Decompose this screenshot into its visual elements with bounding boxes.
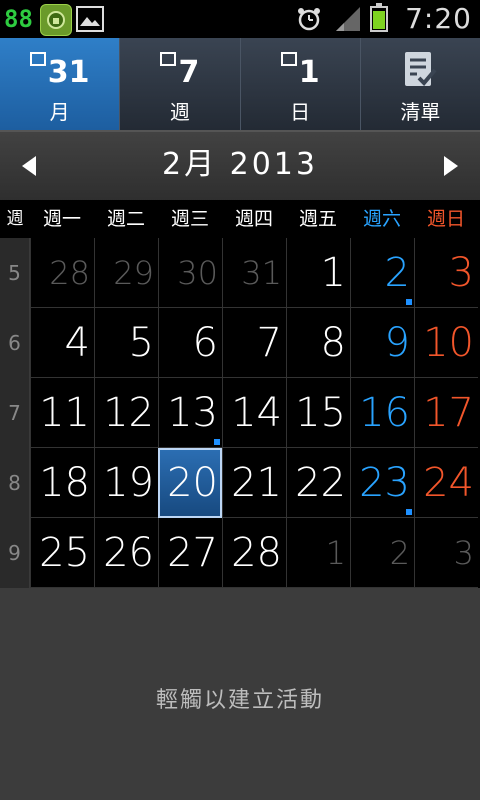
tab-list[interactable]: 清單 [361, 38, 480, 130]
day-cell[interactable]: 1 [286, 518, 350, 588]
day-cell[interactable]: 23 [350, 448, 414, 518]
tab-month-label: 月 [49, 100, 70, 124]
day-cell[interactable]: 14 [222, 378, 286, 448]
tab-day[interactable]: 1 日 [241, 38, 361, 130]
day-cell[interactable]: 9 [350, 308, 414, 378]
next-month-arrow-icon[interactable] [444, 156, 458, 176]
status-number-badge: 88 [4, 5, 33, 33]
week-number: 7 [0, 378, 30, 448]
week-number: 9 [0, 518, 30, 588]
day-cell[interactable]: 12 [94, 378, 158, 448]
day-cell[interactable]: 7 [222, 308, 286, 378]
day-cell[interactable]: 15 [286, 378, 350, 448]
image-icon [76, 6, 104, 32]
day-cell[interactable]: 30 [158, 238, 222, 308]
weekday-sun: 週日 [426, 208, 465, 230]
week-row: 8 18 19 20 21 22 23 24 [0, 448, 480, 518]
day-number: 23 [359, 460, 410, 506]
week-row: 9 25 26 27 28 1 2 3 [0, 518, 480, 588]
weekday-sat: 週六 [362, 208, 401, 230]
day-number: 13 [167, 390, 218, 436]
day-cell[interactable]: 21 [222, 448, 286, 518]
checklist-icon [361, 46, 480, 90]
weekday-thu: 週四 [234, 208, 273, 230]
day-cell[interactable]: 10 [414, 308, 478, 378]
lock-app-icon [40, 4, 72, 36]
day-cell[interactable]: 28 [222, 518, 286, 588]
tab-week[interactable]: 7 週 [120, 38, 241, 130]
calendar-week-icon: 7 [120, 46, 239, 90]
weekday-mon: 週一 [42, 208, 81, 230]
day-cell[interactable]: 19 [94, 448, 158, 518]
day-cell[interactable]: 8 [286, 308, 350, 378]
day-cell[interactable]: 13 [158, 378, 222, 448]
tab-week-label: 週 [169, 100, 190, 124]
week-row: 7 11 12 13 14 15 16 17 [0, 378, 480, 448]
month-grid: 5 28 29 30 31 1 2 3 6 4 5 6 7 8 9 10 7 1… [0, 238, 480, 588]
day-cell[interactable]: 2 [350, 518, 414, 588]
day-cell[interactable]: 28 [30, 238, 94, 308]
calendar-day-icon: 1 [241, 46, 360, 90]
day-cell[interactable]: 25 [30, 518, 94, 588]
signal-icon [334, 5, 362, 37]
day-cell[interactable]: 17 [414, 378, 478, 448]
day-cell[interactable]: 3 [414, 238, 478, 308]
event-indicator [214, 439, 220, 445]
empty-state-hint: 輕觸以建立活動 [155, 688, 324, 713]
day-cell[interactable]: 29 [94, 238, 158, 308]
week-row: 5 28 29 30 31 1 2 3 [0, 238, 480, 308]
day-cell[interactable]: 31 [222, 238, 286, 308]
day-cell[interactable]: 1 [286, 238, 350, 308]
event-indicator [406, 509, 412, 515]
tab-list-label: 清單 [400, 100, 441, 124]
week-number: 8 [0, 448, 30, 518]
month-title: 2月 2013 [162, 147, 318, 182]
day-cell[interactable]: 27 [158, 518, 222, 588]
day-cell[interactable]: 11 [30, 378, 94, 448]
day-cell[interactable]: 5 [94, 308, 158, 378]
day-cell[interactable]: 16 [350, 378, 414, 448]
week-column-header: 週 [6, 209, 24, 229]
week-number: 6 [0, 308, 30, 378]
weekday-wed: 週三 [170, 208, 209, 230]
status-time: 7:20 [405, 2, 472, 35]
battery-icon [370, 3, 388, 32]
status-bar: 88 7:20 [0, 0, 480, 38]
week-row: 6 4 5 6 7 8 9 10 [0, 308, 480, 378]
view-tab-bar: 31 月 7 週 1 日 清單 [0, 38, 480, 130]
day-number: 2 [384, 250, 410, 296]
weekday-header: 週 週一 週二 週三 週四 週五 週六 週日 [0, 200, 480, 238]
day-cell[interactable]: 3 [414, 518, 478, 588]
day-cell[interactable]: 24 [414, 448, 478, 518]
day-cell[interactable]: 18 [30, 448, 94, 518]
tab-month[interactable]: 31 月 [0, 38, 121, 130]
month-navigation: 2月 2013 [0, 130, 480, 202]
weekday-fri: 週五 [298, 208, 337, 230]
alarm-icon [296, 6, 322, 36]
day-cell[interactable]: 22 [286, 448, 350, 518]
day-cell[interactable]: 26 [94, 518, 158, 588]
day-cell[interactable]: 2 [350, 238, 414, 308]
event-indicator [406, 299, 412, 305]
event-list-area[interactable]: 輕觸以建立活動 [0, 588, 480, 800]
weekday-tue: 週二 [106, 208, 145, 230]
tab-day-label: 日 [290, 100, 311, 124]
week-number: 5 [0, 238, 30, 308]
day-cell[interactable]: 4 [30, 308, 94, 378]
calendar-month-icon: 31 [0, 46, 119, 90]
day-cell[interactable]: 6 [158, 308, 222, 378]
today-cell[interactable]: 20 [158, 448, 222, 518]
